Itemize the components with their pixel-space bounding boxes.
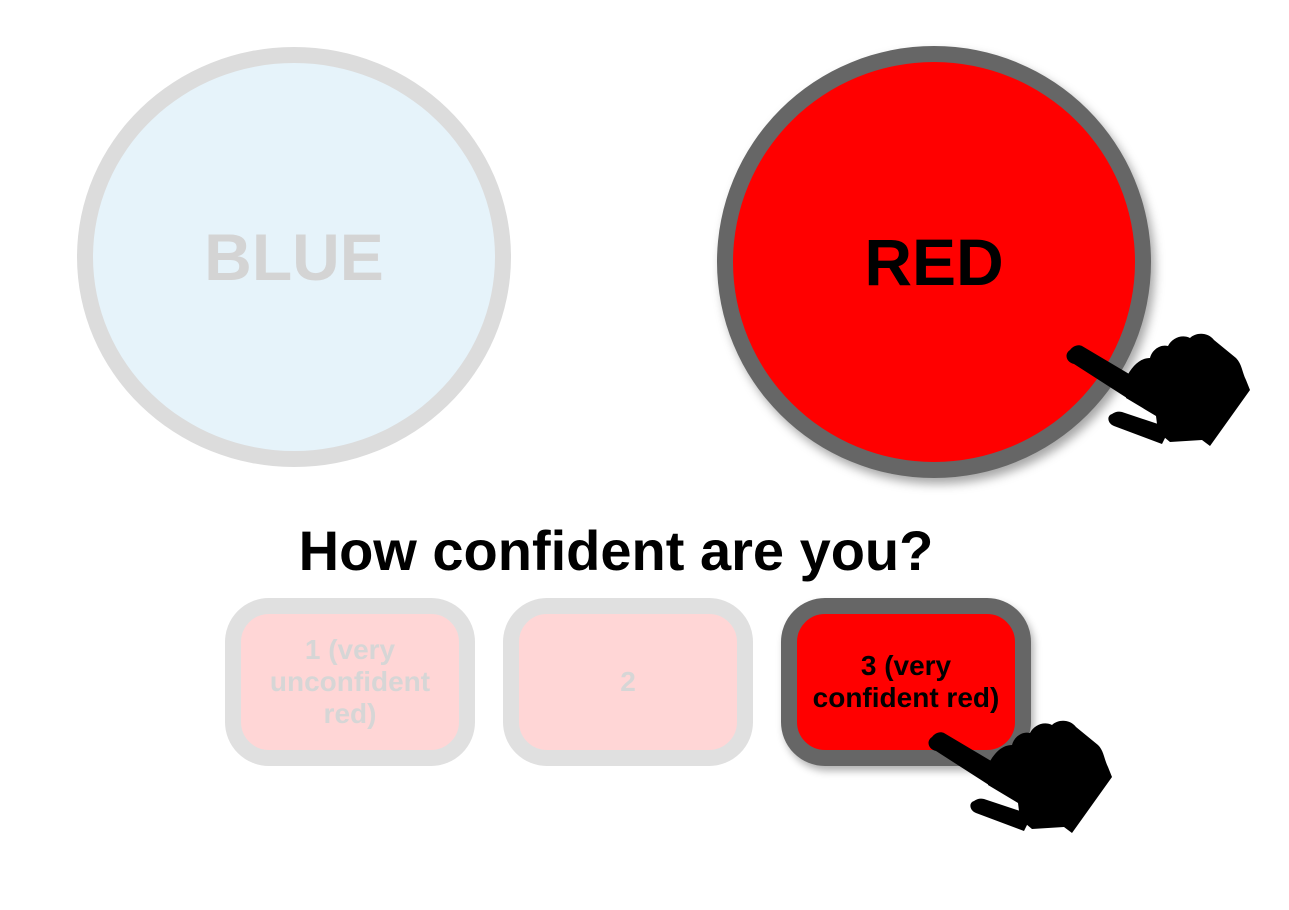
red-choice-button[interactable]: RED	[717, 46, 1151, 478]
blue-choice-button[interactable]: BLUE	[77, 47, 511, 467]
rating-label-1: 1 (very unconfident red)	[269, 634, 431, 729]
rating-button-3[interactable]: 3 (very confident red)	[781, 598, 1031, 766]
confidence-question: How confident are you?	[298, 519, 934, 582]
rating-label-2: 2	[620, 666, 636, 697]
blue-choice-label: BLUE	[204, 220, 384, 294]
confidence-task-screen: BLUE RED How confident are you? 1 (very …	[0, 0, 1289, 910]
red-choice-label: RED	[864, 225, 1004, 299]
rating-button-2[interactable]: 2	[503, 598, 753, 766]
rating-button-1[interactable]: 1 (very unconfident red)	[225, 598, 475, 766]
rating-label-3: 3 (very confident red)	[812, 650, 1000, 713]
